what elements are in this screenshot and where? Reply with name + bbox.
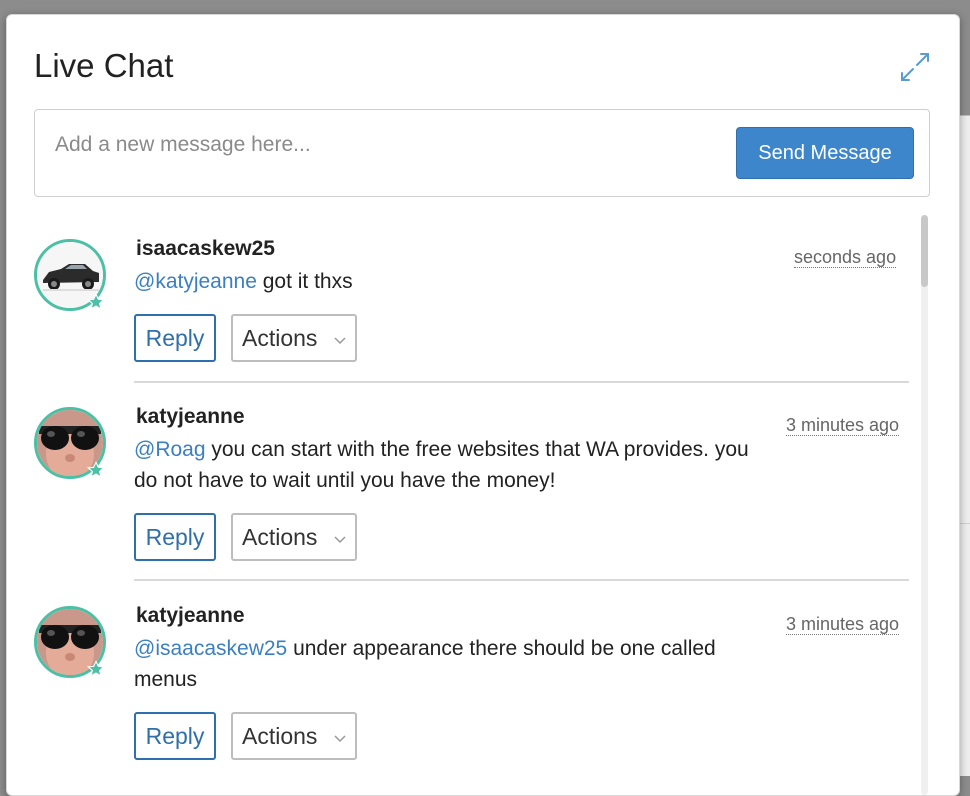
reply-button[interactable]: Reply: [134, 712, 216, 760]
message-text: @katyjeanne got it thxs: [134, 266, 774, 297]
actions-label: Actions: [242, 523, 318, 550]
scrollbar-thumb[interactable]: [921, 215, 928, 287]
mention-link[interactable]: @isaacaskew25: [134, 637, 287, 660]
star-icon: [87, 461, 105, 478]
timestamp: 3 minutes ago: [786, 415, 900, 436]
reply-button[interactable]: Reply: [134, 513, 216, 561]
message-divider: [134, 579, 909, 581]
timestamp: 3 minutes ago: [786, 614, 900, 635]
message-input[interactable]: [55, 127, 715, 163]
actions-label: Actions: [242, 722, 318, 749]
chevron-down-icon: [334, 735, 346, 743]
message-text: @Roag you can start with the free websit…: [134, 434, 774, 496]
message-body: you can start with the free websites tha…: [134, 438, 749, 492]
username[interactable]: katyjeanne: [136, 405, 245, 429]
message-body: got it thxs: [256, 270, 353, 293]
username[interactable]: isaacaskew25: [136, 237, 275, 261]
chat-scrollbar[interactable]: [921, 215, 928, 795]
send-message-button[interactable]: Send Message: [736, 127, 914, 179]
compose-box: Send Message: [34, 109, 930, 197]
chat-title: Live Chat: [34, 47, 174, 84]
username[interactable]: katyjeanne: [136, 604, 245, 628]
reply-button[interactable]: Reply: [134, 314, 216, 362]
actions-dropdown[interactable]: Actions: [231, 314, 357, 362]
timestamp: seconds ago: [794, 247, 897, 268]
chat-message: katyjeanne 3 minutes ago @Roag you can s…: [33, 405, 913, 585]
star-icon: [87, 293, 105, 310]
mention-link[interactable]: @Roag: [134, 438, 206, 461]
chevron-down-icon: [334, 337, 346, 345]
live-chat-modal: Live Chat Send Message: [6, 14, 960, 796]
message-text: @isaacaskew25 under appearance there sho…: [134, 633, 774, 695]
mention-link[interactable]: @katyjeanne: [134, 270, 257, 293]
actions-label: Actions: [242, 324, 318, 351]
actions-dropdown[interactable]: Actions: [231, 513, 357, 561]
expand-arrows-icon[interactable]: [897, 49, 933, 85]
star-icon: [87, 660, 105, 677]
chevron-down-icon: [334, 536, 346, 544]
chat-message: katyjeanne 3 minutes ago @isaacaskew25 u…: [33, 604, 913, 784]
actions-dropdown[interactable]: Actions: [231, 712, 357, 760]
chat-message: isaacaskew25 seconds ago @katyjeanne got…: [33, 237, 913, 387]
message-divider: [134, 381, 909, 383]
